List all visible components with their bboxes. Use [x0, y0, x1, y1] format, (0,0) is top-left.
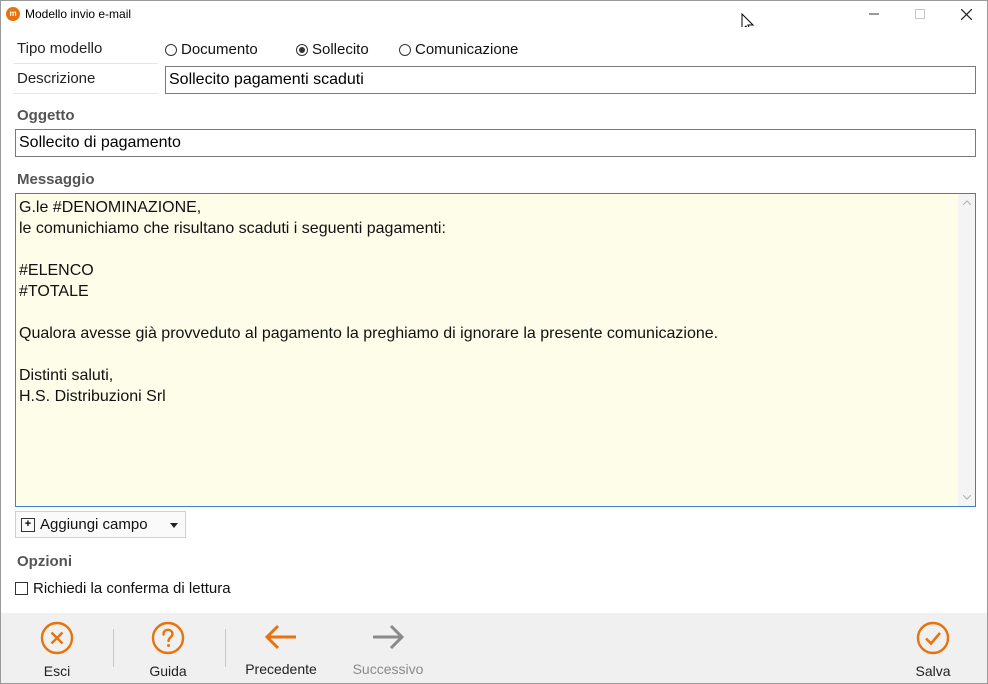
radio-comunicazione[interactable]: Comunicazione	[399, 41, 518, 58]
minimize-button[interactable]	[851, 1, 897, 27]
app-icon-letter: m	[9, 9, 17, 18]
guida-button[interactable]: Guida	[148, 621, 188, 679]
read-receipt-label: Richiedi la conferma di lettura	[33, 580, 231, 597]
title-bar: m Modello invio e-mail	[1, 1, 988, 34]
opzioni-label: Opzioni	[17, 553, 72, 570]
descrizione-input[interactable]: Sollecito pagamenti scaduti	[165, 66, 976, 94]
descrizione-label: Descrizione	[17, 70, 96, 87]
tipo-modello-row: Tipo modello	[13, 35, 158, 64]
app-icon: m	[6, 7, 20, 21]
cancel-circle-icon	[39, 621, 75, 655]
maximize-icon	[915, 9, 925, 19]
chevron-down-icon	[962, 495, 971, 500]
radio-documento-circle[interactable]	[165, 43, 177, 56]
add-field-label: Aggiungi campo	[40, 516, 148, 533]
scroll-down-button[interactable]	[958, 489, 975, 506]
tipo-modello-label: Tipo modello	[17, 40, 103, 57]
dropdown-caret-icon[interactable]	[170, 523, 178, 528]
toolbar-separator	[113, 629, 114, 667]
radio-sollecito[interactable]: Sollecito	[296, 41, 369, 58]
read-receipt-checkbox[interactable]	[15, 582, 28, 595]
close-icon	[960, 8, 972, 20]
salva-label: Salva	[915, 663, 951, 679]
dialog-window: m Modello invio e-mail Tipo modello Docu…	[0, 0, 988, 684]
radio-documento[interactable]: Documento	[165, 41, 258, 58]
messaggio-scrollbar[interactable]	[958, 194, 975, 506]
successivo-label: Successivo	[352, 661, 424, 677]
oggetto-input[interactable]: Sollecito di pagamento	[15, 129, 976, 157]
bottom-toolbar: Esci Guida Precedente Successivo Salva	[1, 613, 987, 683]
window-title: Modello invio e-mail	[25, 7, 132, 21]
minimize-icon	[869, 13, 879, 15]
oggetto-label: Oggetto	[17, 107, 75, 124]
read-receipt-option[interactable]: Richiedi la conferma di lettura	[15, 580, 231, 597]
scroll-up-button[interactable]	[958, 194, 975, 211]
salva-button[interactable]: Salva	[913, 621, 953, 679]
messaggio-label: Messaggio	[17, 171, 95, 188]
plus-box-icon: +	[21, 517, 35, 532]
arrow-left-icon	[263, 621, 299, 653]
radio-comunicazione-label: Comunicazione	[415, 41, 519, 58]
esci-label: Esci	[43, 663, 71, 679]
radio-sollecito-label: Sollecito	[312, 41, 369, 58]
precedente-button[interactable]: Precedente	[243, 621, 319, 677]
chevron-up-icon	[962, 200, 971, 205]
esci-button[interactable]: Esci	[38, 621, 76, 679]
form-area: Tipo modello Documento Sollecito Comunic…	[1, 27, 987, 613]
toolbar-separator	[225, 629, 226, 667]
check-circle-icon	[915, 621, 951, 655]
help-circle-icon	[150, 621, 186, 655]
precedente-label: Precedente	[245, 661, 317, 677]
messaggio-textarea[interactable]: G.le #DENOMINAZIONE, le comunichiamo che…	[15, 193, 976, 507]
maximize-button[interactable]	[897, 1, 943, 27]
descrizione-row: Descrizione	[13, 65, 158, 94]
guida-label: Guida	[149, 663, 187, 679]
close-button[interactable]	[943, 1, 988, 27]
add-field-button[interactable]: + Aggiungi campo	[15, 511, 186, 538]
radio-selected-dot	[299, 46, 305, 53]
radio-comunicazione-circle[interactable]	[399, 43, 411, 56]
radio-sollecito-circle[interactable]	[296, 43, 308, 56]
radio-documento-label: Documento	[181, 41, 258, 58]
arrow-right-icon	[370, 621, 406, 653]
messaggio-text[interactable]: G.le #DENOMINAZIONE, le comunichiamo che…	[19, 197, 718, 407]
successivo-button[interactable]: Successivo	[350, 621, 426, 677]
